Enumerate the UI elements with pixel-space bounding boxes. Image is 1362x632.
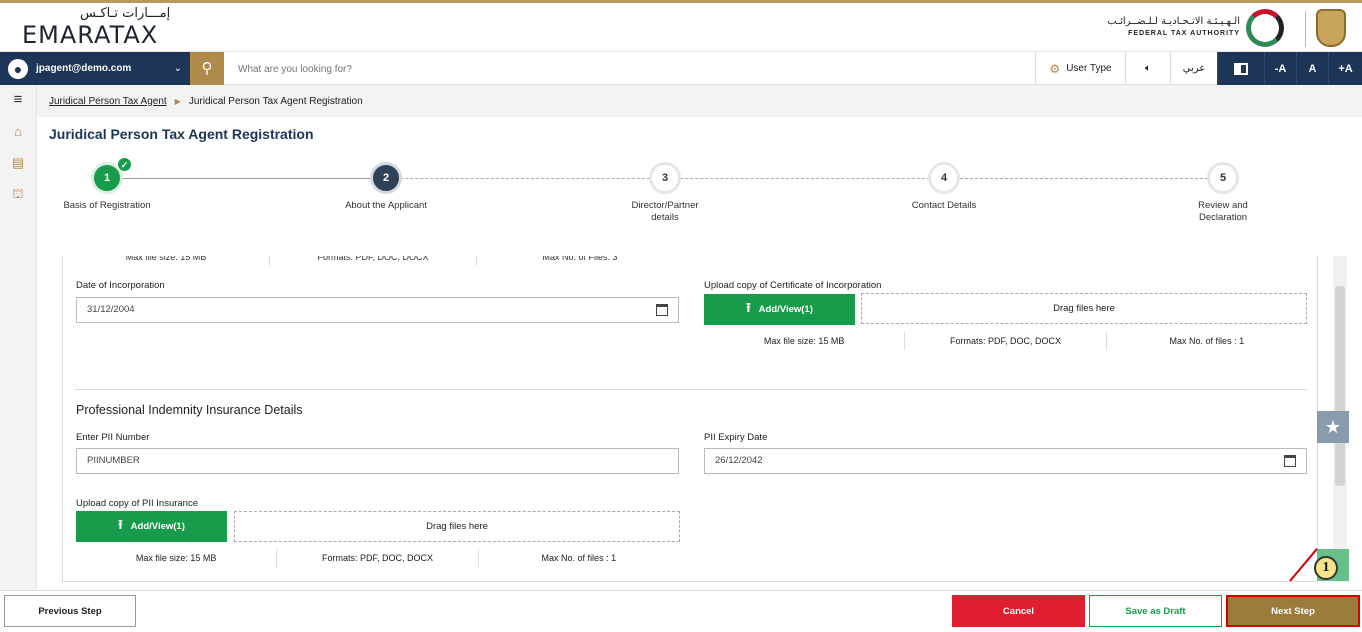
search-icon[interactable]: ⚲ [190,52,224,85]
date-of-incorporation-value: 31/12/2004 [87,304,135,315]
pii-section-title: Professional Indemnity Insurance Details [76,403,303,417]
user-menu[interactable]: ● jpagent@demo.com ⌄ [0,52,190,85]
footer-bar: Previous Step Cancel Save as Draft Next … [0,590,1362,632]
step-2[interactable]: 2 About the Applicant [326,162,446,212]
pii-expiry-label: PII Expiry Date [704,432,768,443]
user-avatar-icon: ● [8,58,28,79]
max-files-text: Max No. of files : 1 [541,553,617,563]
step-5[interactable]: 5 Review and Declaration [1163,162,1283,224]
step-circle: 1 ✓ [91,157,132,194]
logo-divider [1305,11,1306,47]
user-email: jpagent@demo.com [36,63,132,74]
previous-step-button[interactable]: Previous Step [4,595,136,627]
top-header: إمـــارات تـاكـس EMARATAX الـهـيـئـة الا… [0,0,1362,52]
max-files-text: Max No. of files : 1 [1169,336,1245,346]
language-toggle[interactable]: عربي [1170,52,1217,85]
certificate-drop-zone[interactable]: Drag files here [861,293,1307,324]
step-circle: 4 [928,162,960,194]
pii-upload-label: Upload copy of PII Insurance [76,498,198,509]
form-panel: Max file size: 15 MB Formats: PDF, DOC, … [62,256,1318,582]
uae-emblem-icon [1316,9,1346,47]
save-as-draft-button[interactable]: Save as Draft [1089,595,1222,627]
font-decrease-button[interactable]: -A [1264,52,1296,85]
breadcrumb-arrow-icon: ▶ [174,96,181,106]
calendar-icon[interactable] [1284,455,1296,467]
next-step-button[interactable]: Next Step [1226,595,1360,627]
breadcrumb: Juridical Person Tax Agent ▶ Juridical P… [37,85,1362,117]
chevron-down-icon: ⌄ [173,63,182,74]
step-4[interactable]: 4 Contact Details [884,162,1004,212]
sidebar: ≡ ⌂ ▤ ⛫ [0,85,37,590]
step-label: Review and Declaration [1198,200,1248,223]
date-of-incorporation-field[interactable]: 31/12/2004 [76,297,679,323]
logo-english: EMARATAX [22,21,159,49]
scrollbar-thumb[interactable] [1335,286,1345,486]
step-circle: 5 [1207,162,1239,194]
formats-text: Formats: PDF, DOC, DOCX [270,256,477,266]
fta-english: FEDERAL TAX AUTHORITY [1128,30,1240,37]
fta-logo: الـهـيـئـة الاتـحـاديـة لـلـضــرائـب FED… [1107,9,1284,47]
contrast-toggle[interactable] [1217,52,1264,85]
nav-bar: ● jpagent@demo.com ⌄ ⚲ ⚙ User Type 🔈︎ عر… [0,52,1362,85]
step-3[interactable]: 3 Director/Partner details [605,162,725,224]
step-circle: 2 [370,162,402,194]
upload-meta-top: Max file size: 15 MB Formats: PDF, DOC, … [63,256,683,266]
pii-number-field[interactable]: PIINUMBER [76,448,679,474]
check-icon: ✓ [117,157,132,172]
certificate-add-view-button[interactable]: ⭱ Add/View(1) [704,294,855,325]
fta-emblem-icon [1246,9,1284,47]
gear-icon: ⚙ [1049,61,1061,76]
step-1[interactable]: 1 ✓ Basis of Registration [47,157,167,212]
star-icon[interactable]: ★ [1317,411,1349,443]
formats-text: Formats: PDF, DOC, DOCX [905,332,1107,350]
max-files-text: Max No. of Files: 3 [542,256,618,262]
formats-text: Formats: PDF, DOC, DOCX [277,549,479,567]
pii-number-label: Enter PII Number [76,432,150,443]
step-circle: 3 [649,162,681,194]
breadcrumb-current: Juridical Person Tax Agent Registration [188,95,363,107]
registration-stepper: 1 ✓ Basis of Registration 2 About the Ap… [37,150,1362,230]
pii-drop-zone[interactable]: Drag files here [234,511,680,542]
hamburger-menu-icon[interactable]: ≡ [9,91,27,109]
breadcrumb-parent-link[interactable]: Juridical Person Tax Agent [49,96,167,107]
contrast-icon [1234,62,1248,75]
step-label: About the Applicant [345,200,427,211]
pii-upload-meta: Max file size: 15 MB Formats: PDF, DOC, … [76,549,679,567]
speaker-icon[interactable]: 🔈︎ [1125,52,1170,85]
font-normal-button[interactable]: A [1296,52,1328,85]
user-type-label: User Type [1066,63,1112,74]
user-type-button[interactable]: ⚙ User Type [1035,52,1125,85]
calendar-icon[interactable] [656,304,668,316]
step-label: Director/Partner details [631,200,699,223]
pii-add-view-button[interactable]: ⭱ Add/View(1) [76,511,227,542]
annotation-marker: 1 [1314,556,1338,580]
pii-expiry-field[interactable]: 26/12/2042 [704,448,1307,474]
max-size-text: Max file size: 15 MB [63,256,270,266]
bank-icon[interactable]: ⛫ [9,185,27,203]
logo-arabic: إمـــارات تـاكـس [80,6,171,21]
search-input[interactable] [230,59,730,79]
pii-expiry-value: 26/12/2042 [715,455,763,466]
certificate-upload-meta: Max file size: 15 MB Formats: PDF, DOC, … [704,332,1307,350]
cancel-button[interactable]: Cancel [952,595,1085,627]
fta-arabic: الـهـيـئـة الاتـحـاديـة لـلـضــرائـب [1107,16,1240,27]
home-icon[interactable]: ⌂ [9,123,27,141]
step-label: Basis of Registration [63,200,151,211]
section-divider [75,389,1307,390]
date-of-incorporation-label: Date of Incorporation [76,280,165,291]
clipboard-icon[interactable]: ▤ [9,154,27,172]
max-size-text: Max file size: 15 MB [704,332,906,350]
step-label: Contact Details [911,200,977,211]
upload-icon: ⭱ [118,516,123,532]
upload-icon: ⭱ [746,299,751,315]
page-title: Juridical Person Tax Agent Registration [49,126,314,142]
certificate-upload-label: Upload copy of Certificate of Incorporat… [704,280,882,291]
font-increase-button[interactable]: +A [1328,52,1362,85]
max-size-text: Max file size: 15 MB [76,549,278,567]
